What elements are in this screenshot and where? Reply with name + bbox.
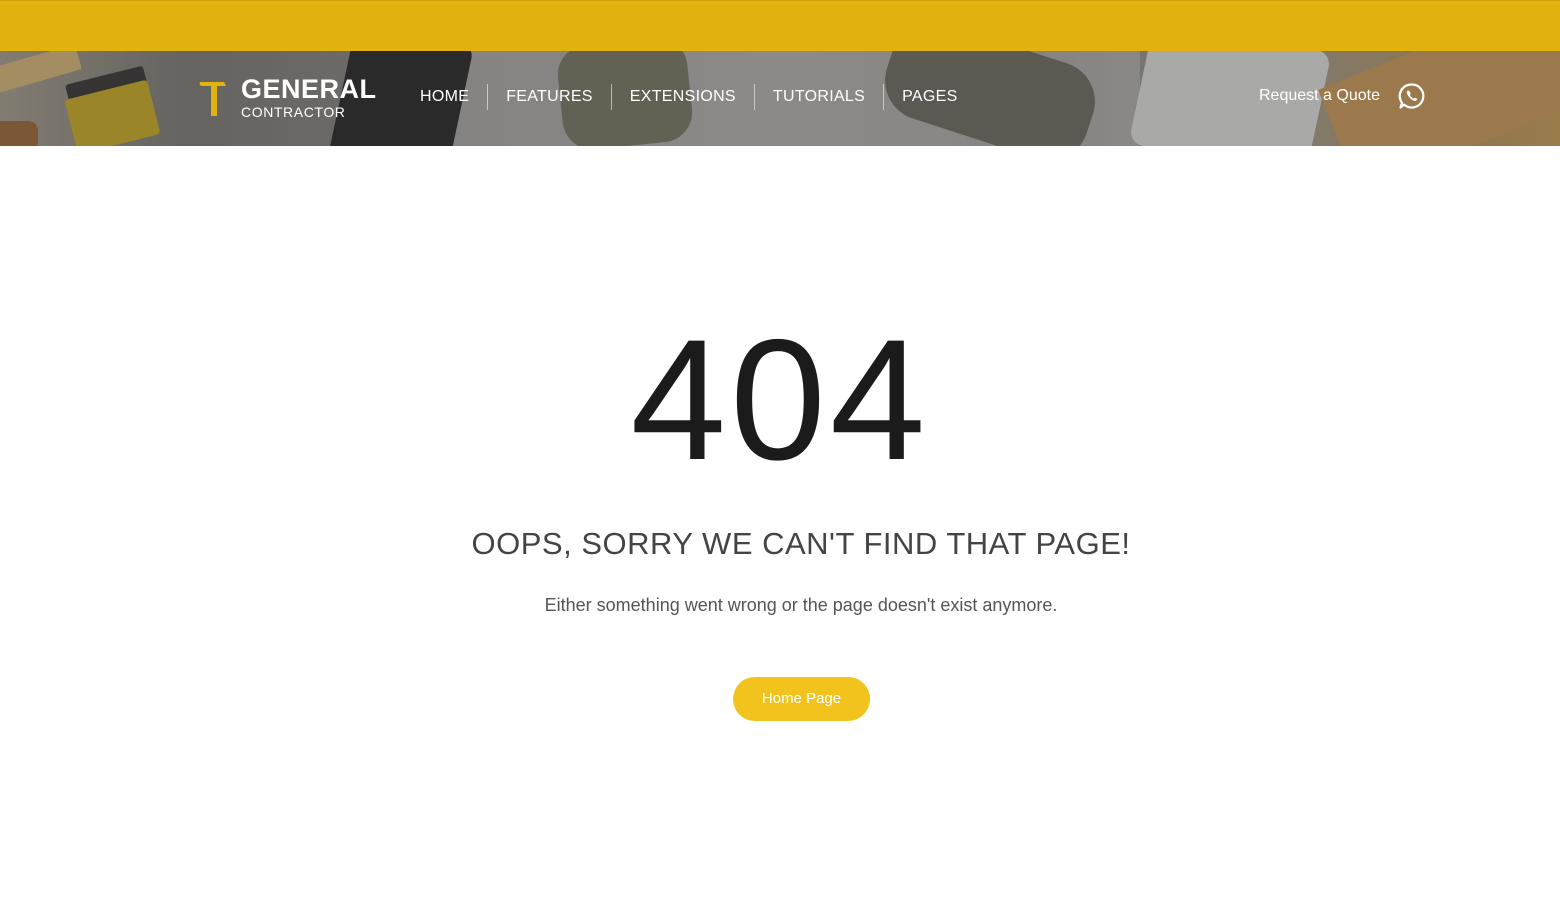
logo-title: GENERAL: [241, 74, 377, 104]
nav-item-home[interactable]: HOME: [402, 84, 489, 110]
hammer-icon: [199, 82, 226, 116]
home-page-button[interactable]: Home Page: [733, 677, 870, 721]
nav-item-pages[interactable]: PAGES: [884, 84, 975, 110]
logo-tagline: CONTRACTOR: [241, 104, 346, 120]
nav-item-tutorials[interactable]: TUTORIALS: [755, 84, 885, 110]
nav-item-features[interactable]: FEATURES: [488, 84, 612, 110]
error-code: 404: [630, 304, 930, 496]
error-title: OOPS, SORRY WE CAN'T FIND THAT PAGE!: [471, 526, 1131, 561]
top-bar: [0, 0, 1560, 51]
request-quote-link[interactable]: Request a Quote: [1259, 84, 1380, 108]
whatsapp-icon[interactable]: [1398, 82, 1426, 110]
nav-item-extensions[interactable]: EXTENSIONS: [612, 84, 755, 110]
error-message: Either something went wrong or the page …: [544, 595, 1058, 615]
main-nav: HOME FEATURES EXTENSIONS TUTORIALS PAGES: [402, 84, 976, 110]
